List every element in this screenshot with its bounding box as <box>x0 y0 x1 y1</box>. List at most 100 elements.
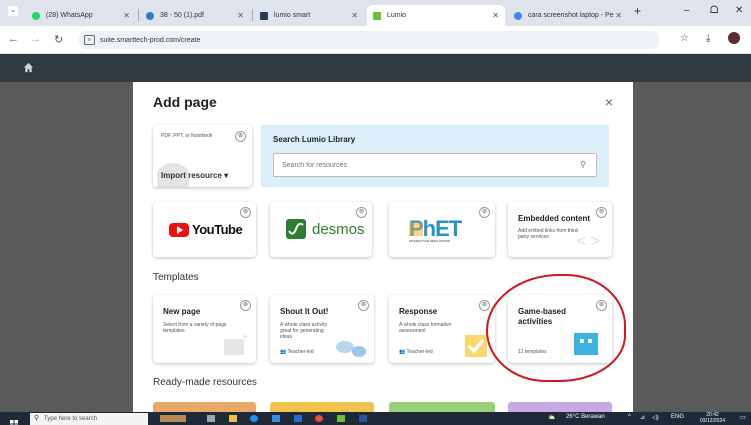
lumio-taskbar-icon[interactable] <box>337 415 345 422</box>
search-library-panel: Search Lumio Library ⚲ <box>261 125 609 187</box>
tab-close-icon[interactable]: ✕ <box>351 11 358 20</box>
template-footer: 👥 Teacher-led <box>280 349 314 355</box>
template-title: Shout It Out! <box>280 307 329 316</box>
network-icon[interactable]: ⊿ <box>640 414 645 421</box>
template-title: New page <box>163 307 201 316</box>
close-icon[interactable]: × <box>605 94 613 110</box>
tab-close-icon[interactable]: ✕ <box>492 11 499 20</box>
windows-start-icon[interactable] <box>10 415 18 425</box>
new-page-illustration <box>224 339 244 355</box>
desmos-logo-text: desmos <box>312 220 365 238</box>
profile-avatar[interactable] <box>728 32 740 44</box>
desmos-card[interactable]: desmos ⊚ <box>270 202 372 257</box>
embedded-content-card[interactable]: Embedded content Add embed links from th… <box>508 202 612 257</box>
address-bar: ← → ↻ ≡ suite.smarttech-prod.com/create … <box>0 26 751 54</box>
search-box: ⚲ <box>273 153 597 177</box>
taskbar-search[interactable]: ⚲ Type here to search <box>30 413 148 425</box>
templates-heading: Templates <box>153 272 199 283</box>
tab-whatsapp[interactable]: (28) WhatsApp ✕ <box>26 5 136 26</box>
store-icon[interactable] <box>272 415 280 422</box>
windows-taskbar: ⚲ Type here to search ⛅ 26°C Berawan ^ ⊿… <box>0 412 751 425</box>
tab-pdf[interactable]: 38 - 50 (1).pdf ✕ <box>140 5 250 26</box>
info-badge-icon[interactable]: ⊚ <box>356 207 367 218</box>
window-close-button[interactable]: ✕ <box>735 5 743 16</box>
weather-text[interactable]: 26°C Berawan <box>566 414 605 420</box>
mail-icon[interactable] <box>294 415 302 422</box>
info-badge-icon[interactable]: ⊚ <box>596 207 607 218</box>
ready-made-card[interactable] <box>270 402 374 412</box>
reload-icon[interactable]: ↻ <box>54 33 63 46</box>
youtube-card[interactable]: YouTube ⊚ <box>153 202 256 257</box>
info-badge-icon[interactable]: ⊚ <box>240 300 251 311</box>
ready-made-card[interactable] <box>389 402 495 412</box>
template-footer: 👥 Teacher-led <box>399 349 433 355</box>
import-resource-label: Import resource ▾ <box>161 171 229 180</box>
clock-date: 03/12/2024 <box>700 418 726 424</box>
site-info-icon[interactable]: ≡ <box>84 35 95 45</box>
search-icon: ⚲ <box>34 415 40 422</box>
volume-icon[interactable]: ◁) <box>652 414 659 421</box>
info-badge-icon[interactable]: ⊚ <box>358 300 369 311</box>
template-new-page[interactable]: New page Select from a variety of page t… <box>153 295 256 363</box>
url-field[interactable]: ≡ suite.smarttech-prod.com/create <box>78 31 660 49</box>
download-icon[interactable]: ⤓ <box>706 33 710 44</box>
notification-icon[interactable]: ▭ <box>740 414 746 421</box>
search-icon[interactable]: ⚲ <box>580 160 586 169</box>
edge-icon[interactable] <box>250 415 258 422</box>
back-icon[interactable]: ← <box>8 33 19 45</box>
tab-list-icon[interactable]: ⌄ <box>8 6 18 16</box>
code-brackets-icon: < > <box>576 233 600 250</box>
tab-title: lumio smart <box>274 12 311 19</box>
news-thumbnail-icon[interactable] <box>160 415 186 422</box>
ready-made-heading: Ready-made resources <box>153 377 257 388</box>
bookmark-star-icon[interactable]: ☆ <box>680 33 689 44</box>
tab-google-search[interactable]: cara screenshot laptop - Pe ✕ <box>508 5 628 26</box>
teacher-icon: 👥 <box>399 349 406 355</box>
home-icon[interactable] <box>23 62 34 73</box>
new-tab-button[interactable]: + <box>634 4 641 18</box>
tab-title: (28) WhatsApp <box>46 12 93 19</box>
tab-lumio[interactable]: Lumio ✕ <box>367 5 505 26</box>
ready-made-card[interactable] <box>153 402 256 412</box>
word-icon[interactable] <box>359 415 367 422</box>
template-response[interactable]: Response A whole class formative assessm… <box>389 295 495 363</box>
info-badge-icon[interactable]: ⊚ <box>235 131 246 142</box>
tray-chevron-icon[interactable]: ^ <box>628 414 631 420</box>
browser-tab-strip: ⌄ (28) WhatsApp ✕ 38 - 50 (1).pdf ✕ lumi… <box>0 0 751 26</box>
import-resource-card[interactable]: PDF, PPT, or Notebook Import resource ▾ … <box>153 125 252 187</box>
file-explorer-icon[interactable] <box>229 415 237 422</box>
taskbar-search-placeholder: Type here to search <box>44 416 98 422</box>
chrome-icon[interactable] <box>315 415 323 422</box>
template-desc: Select from a variety of page templates <box>163 322 227 334</box>
tab-lumio-smart[interactable]: lumio smart ✕ <box>254 5 364 26</box>
red-circle-annotation <box>486 274 626 382</box>
info-badge-icon[interactable]: ⊚ <box>240 207 251 218</box>
teacher-icon: 👥 <box>280 349 287 355</box>
weather-icon: ⛅ <box>548 415 556 421</box>
template-shout-it-out[interactable]: Shout It Out! A whole class activity gre… <box>270 295 374 363</box>
minimize-button[interactable]: – <box>684 5 690 16</box>
tab-close-icon[interactable]: ✕ <box>237 11 244 20</box>
youtube-logo-text: YouTube <box>192 222 243 237</box>
info-badge-icon[interactable]: ⊚ <box>479 207 490 218</box>
language-indicator[interactable]: ENG <box>671 414 684 420</box>
checkmark-illustration <box>465 335 487 357</box>
tab-close-icon[interactable]: ✕ <box>615 11 622 20</box>
tab-close-icon[interactable]: ✕ <box>123 11 130 20</box>
ready-made-card[interactable] <box>508 402 612 412</box>
whatsapp-icon <box>32 11 40 20</box>
search-library-title: Search Lumio Library <box>273 135 356 144</box>
template-title: Response <box>399 307 438 316</box>
dialog-title: Add page <box>153 94 217 110</box>
template-footer-text: Teacher-led <box>406 349 433 355</box>
maximize-button[interactable]: ᗝ <box>710 5 718 16</box>
info-badge-icon[interactable]: ⊚ <box>479 300 490 311</box>
globe-icon <box>146 11 154 20</box>
tab-title: cara screenshot laptop - Pe <box>528 12 614 19</box>
phet-card[interactable]: PhET INTERACTIVE SIMULATIONS ⊚ <box>389 202 495 257</box>
import-formats: PDF, PPT, or Notebook <box>161 133 213 139</box>
speech-bubble-illustration <box>352 346 366 357</box>
clock[interactable]: 20:42 03/12/2024 <box>700 412 725 424</box>
search-input[interactable] <box>274 154 574 177</box>
task-view-icon[interactable] <box>207 415 215 422</box>
